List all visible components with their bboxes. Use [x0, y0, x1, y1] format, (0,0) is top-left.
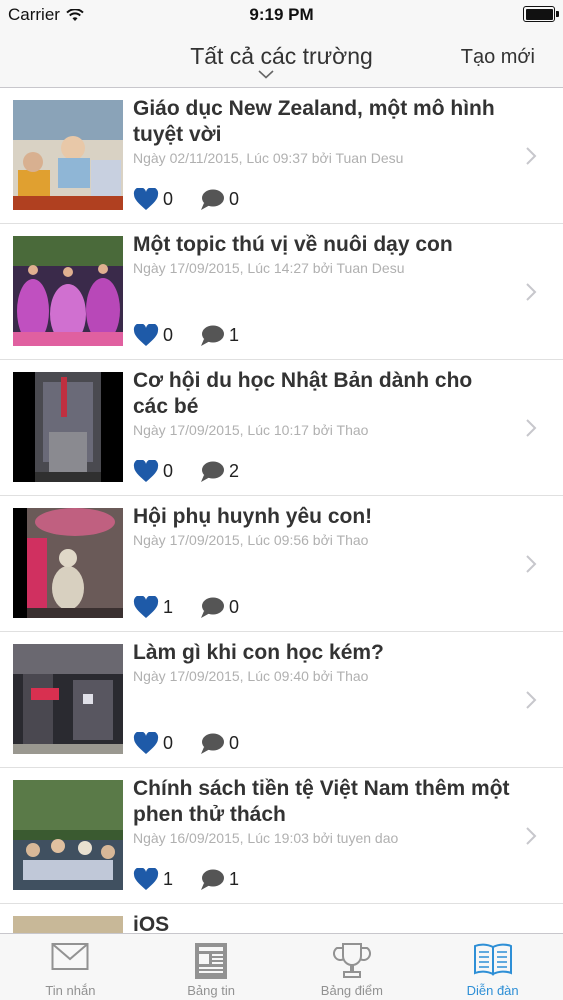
post-title: Giáo dục New Zealand, một mô hình tuyệt … — [133, 97, 495, 146]
status-time: 9:19 PM — [249, 5, 314, 24]
post-row[interactable]: iOS — [0, 904, 563, 933]
chevron-right-icon — [526, 419, 537, 437]
tab-newsfeed[interactable]: Bảng tin — [141, 934, 282, 1000]
create-new-button[interactable]: Tạo mới — [461, 46, 535, 69]
tab-messages[interactable]: Tin nhắn — [0, 934, 141, 1000]
post-thumbnail — [13, 916, 123, 933]
post-meta: Ngày 17/09/2015, Lúc 10:17 bởi Thao — [133, 422, 369, 438]
tab-label: Bảng tin — [187, 983, 235, 998]
post-meta: Ngày 02/11/2015, Lúc 09:37 bởi Tuan Desu — [133, 150, 404, 166]
heart-icon[interactable] — [133, 596, 159, 619]
comment-bubble-icon[interactable] — [199, 325, 225, 347]
chevron-down-icon[interactable] — [258, 70, 274, 79]
chevron-right-icon — [526, 691, 537, 709]
book-icon — [473, 943, 512, 976]
comment-bubble-icon[interactable] — [199, 189, 225, 211]
post-meta: Ngày 17/09/2015, Lúc 09:56 bởi Thao — [133, 532, 369, 548]
post-title: Làm gì khi con học kém? — [133, 641, 384, 664]
like-count: 1 — [163, 869, 174, 889]
comment-bubble-icon[interactable] — [199, 461, 225, 483]
tab-label: Tin nhắn — [45, 983, 96, 998]
post-title: Chính sách tiền tệ Việt Nam thêm một phe… — [133, 777, 510, 826]
post-row[interactable]: Làm gì khi con học kém? Ngày 17/09/2015,… — [0, 632, 563, 768]
comment-count: 0 — [229, 597, 240, 617]
chevron-right-icon — [526, 147, 537, 165]
tab-bar: Tin nhắn Bảng tin Bảng điểm Diễn đàn — [0, 933, 563, 1000]
post-stats: 0 2 — [133, 460, 265, 483]
post-meta: Ngày 17/09/2015, Lúc 14:27 bởi Tuan Desu — [133, 260, 405, 276]
post-row[interactable]: Hội phụ huynh yêu con! Ngày 17/09/2015, … — [0, 496, 563, 632]
comment-count: 1 — [229, 869, 240, 889]
tab-scoreboard[interactable]: Bảng điểm — [282, 934, 423, 1000]
post-row[interactable]: Giáo dục New Zealand, một mô hình tuyệt … — [0, 88, 563, 224]
post-stats: 0 0 — [133, 188, 265, 211]
comment-count: 2 — [229, 461, 240, 481]
post-thumbnail — [13, 780, 123, 890]
post-thumbnail — [13, 372, 123, 482]
heart-icon[interactable] — [133, 188, 159, 211]
post-title: Hội phụ huynh yêu con! — [133, 505, 373, 528]
like-count: 0 — [163, 189, 174, 209]
post-stats: 1 1 — [133, 868, 265, 891]
status-bar: Carrier 9:19 PM — [0, 0, 563, 30]
tab-label: Diễn đàn — [466, 983, 519, 998]
heart-icon[interactable] — [133, 732, 159, 755]
post-stats: 0 0 — [133, 732, 265, 755]
comment-count: 0 — [229, 733, 240, 753]
post-thumbnail — [13, 236, 123, 346]
comment-count: 1 — [229, 325, 240, 345]
like-count: 1 — [163, 597, 174, 617]
tab-label: Bảng điểm — [320, 983, 383, 998]
post-title: iOS — [133, 913, 170, 933]
envelope-icon — [51, 943, 89, 970]
trophy-icon — [332, 943, 371, 978]
chevron-right-icon — [526, 827, 537, 845]
heart-icon[interactable] — [133, 324, 159, 347]
heart-icon[interactable] — [133, 460, 159, 483]
post-title: Cơ hội du học Nhật Bản dành cho các bé — [133, 369, 473, 418]
post-title: Một topic thú vị về nuôi dạy con — [133, 233, 453, 256]
like-count: 0 — [163, 325, 174, 345]
tab-forum[interactable]: Diễn đàn — [422, 934, 563, 1000]
chevron-right-icon — [526, 555, 537, 573]
like-count: 0 — [163, 733, 174, 753]
navigation-bar: Tất cả các trường Tạo mới — [0, 30, 563, 88]
comment-count: 0 — [229, 189, 240, 209]
post-stats: 1 0 — [133, 596, 265, 619]
post-row[interactable]: Chính sách tiền tệ Việt Nam thêm một phe… — [0, 768, 563, 904]
post-meta: Ngày 17/09/2015, Lúc 09:40 bởi Thao — [133, 668, 369, 684]
post-thumbnail — [13, 644, 123, 754]
heart-icon[interactable] — [133, 868, 159, 891]
post-meta: Ngày 16/09/2015, Lúc 19:03 bởi tuyen dao — [133, 830, 399, 846]
battery-icon — [523, 6, 559, 22]
post-stats: 0 1 — [133, 324, 265, 347]
forum-post-list[interactable]: Giáo dục New Zealand, một mô hình tuyệt … — [0, 88, 563, 933]
post-row[interactable]: Cơ hội du học Nhật Bản dành cho các bé N… — [0, 360, 563, 496]
comment-bubble-icon[interactable] — [199, 597, 225, 619]
like-count: 0 — [163, 461, 174, 481]
newspaper-icon — [195, 943, 228, 979]
comment-bubble-icon[interactable] — [199, 869, 225, 891]
post-thumbnail — [13, 100, 123, 210]
comment-bubble-icon[interactable] — [199, 733, 225, 755]
post-thumbnail — [13, 508, 123, 618]
post-row[interactable]: Một topic thú vị về nuôi dạy con Ngày 17… — [0, 224, 563, 360]
chevron-right-icon — [526, 283, 537, 301]
